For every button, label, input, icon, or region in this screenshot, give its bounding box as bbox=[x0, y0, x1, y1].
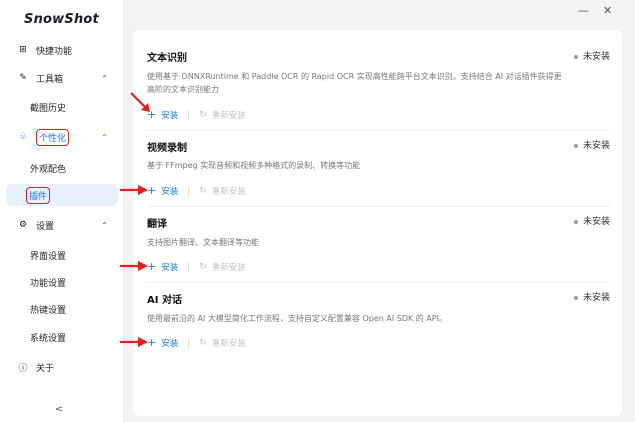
sidebar-item-shortcuts[interactable]: ⊞ 快捷功能 bbox=[6, 38, 118, 62]
status-badge: 未安装 bbox=[573, 214, 610, 227]
sidebar-item-label: 关于 bbox=[36, 363, 55, 374]
install-button[interactable]: + 安装 bbox=[147, 260, 178, 273]
plugin-description: 使用基于 ONNXRuntime 和 Paddle OCR 的 Rapid OC… bbox=[147, 72, 562, 94]
minimize-button[interactable]: — bbox=[578, 4, 589, 17]
refresh-icon: ↻ bbox=[199, 337, 207, 348]
status-badge: 未安装 bbox=[573, 290, 610, 303]
annotation-arrow-icon bbox=[120, 185, 148, 195]
info-icon: ⓘ bbox=[18, 363, 28, 374]
plugin-actions: + 安装 ↻ 重新安装 bbox=[147, 108, 246, 121]
reinstall-button[interactable]: ↻ 重新安装 bbox=[199, 109, 246, 121]
gear-icon: ⚙ bbox=[18, 220, 28, 230]
sidebar-item-hotkey-settings[interactable]: 热键设置 bbox=[6, 298, 118, 320]
chevron-up-icon: ⌃ bbox=[101, 220, 108, 230]
sidebar-item-label: 功能设置 bbox=[30, 278, 67, 289]
sidebar: SnowShot ⊞ 快捷功能 ✎ 工具箱 ⌃ 截图历史 ♧ 个性化 ⌃ 外观配… bbox=[0, 0, 124, 422]
refresh-icon: ↻ bbox=[199, 109, 207, 120]
reinstall-button[interactable]: ↻ 重新安装 bbox=[199, 261, 246, 273]
plugin-title: 视频录制 bbox=[147, 143, 187, 154]
plugin-actions: + 安装 ↻ 重新安装 bbox=[147, 336, 246, 349]
divider bbox=[147, 130, 610, 131]
divider bbox=[147, 206, 610, 207]
annotation-arrow-icon bbox=[130, 92, 150, 112]
plugin-description: 使用最前沿的 AI 大模型简化工作流程，支持自定义配置兼容 Open AI SD… bbox=[147, 314, 447, 323]
plugin-title: 翻译 bbox=[147, 219, 167, 230]
install-button[interactable]: + 安装 bbox=[147, 336, 178, 349]
annotation-arrow-icon bbox=[120, 337, 148, 347]
paint-icon: ♧ bbox=[18, 132, 28, 142]
status-badge: 未安装 bbox=[573, 138, 610, 151]
sidebar-item-interface-settings[interactable]: 界面设置 bbox=[6, 244, 118, 266]
plugin-description: 支持图片翻译、文本翻译等功能 bbox=[147, 238, 259, 247]
sidebar-item-screenshot-history[interactable]: 截图历史 bbox=[6, 96, 118, 118]
sidebar-item-label: 个性化 bbox=[36, 128, 70, 146]
sidebar-item-label: 热键设置 bbox=[30, 305, 67, 316]
status-badge: 未安装 bbox=[573, 49, 610, 62]
sidebar-item-label: 截图历史 bbox=[30, 103, 67, 114]
sidebar-item-label: 系统设置 bbox=[30, 333, 67, 344]
install-button[interactable]: + 安装 bbox=[147, 184, 178, 197]
refresh-icon: ↻ bbox=[199, 185, 207, 196]
reinstall-button[interactable]: ↻ 重新安装 bbox=[199, 337, 246, 349]
sidebar-item-label: 界面设置 bbox=[30, 251, 67, 262]
sidebar-item-personalize[interactable]: ♧ 个性化 ⌃ bbox=[6, 125, 118, 149]
sidebar-item-label: 设置 bbox=[36, 221, 55, 232]
refresh-icon: ↻ bbox=[199, 261, 207, 272]
close-button[interactable]: ✕ bbox=[603, 4, 612, 17]
sidebar-item-label: 快捷功能 bbox=[36, 46, 73, 57]
sidebar-item-settings[interactable]: ⚙ 设置 ⌃ bbox=[6, 213, 118, 237]
sidebar-item-plugins[interactable]: 插件 bbox=[6, 184, 118, 206]
plugin-list-panel: 文本识别 未安装 使用基于 ONNXRuntime 和 Paddle OCR 的… bbox=[133, 30, 622, 416]
plugin-actions: + 安装 ↻ 重新安装 bbox=[147, 184, 246, 197]
wrench-icon: ✎ bbox=[19, 73, 27, 83]
sidebar-item-about[interactable]: ⓘ 关于 bbox=[6, 355, 118, 379]
chevron-up-icon: ⌃ bbox=[101, 73, 108, 83]
plugin-actions: + 安装 ↻ 重新安装 bbox=[147, 260, 246, 273]
annotation-arrow-icon bbox=[120, 261, 148, 271]
reinstall-button[interactable]: ↻ 重新安装 bbox=[199, 185, 246, 197]
sidebar-item-label: 插件 bbox=[26, 186, 51, 204]
plugin-description: 基于 FFmpeg 实现音频和视频多种格式的录制、转换等功能 bbox=[147, 161, 361, 170]
plugin-title: 文本识别 bbox=[147, 53, 187, 64]
divider bbox=[147, 282, 610, 283]
sidebar-item-system-settings[interactable]: 系统设置 bbox=[6, 326, 118, 348]
collapse-sidebar-button[interactable]: < bbox=[55, 404, 63, 415]
sidebar-item-label: 外观配色 bbox=[30, 164, 67, 175]
app-logo: SnowShot bbox=[24, 12, 99, 27]
sidebar-item-function-settings[interactable]: 功能设置 bbox=[6, 271, 118, 293]
chevron-up-icon: ⌃ bbox=[101, 132, 108, 142]
grid-icon: ⊞ bbox=[19, 45, 27, 55]
plugin-title: AI 对话 bbox=[147, 295, 182, 306]
sidebar-item-toolbox[interactable]: ✎ 工具箱 ⌃ bbox=[6, 66, 118, 90]
sidebar-item-label: 工具箱 bbox=[36, 74, 64, 85]
sidebar-item-appearance[interactable]: 外观配色 bbox=[6, 157, 118, 179]
